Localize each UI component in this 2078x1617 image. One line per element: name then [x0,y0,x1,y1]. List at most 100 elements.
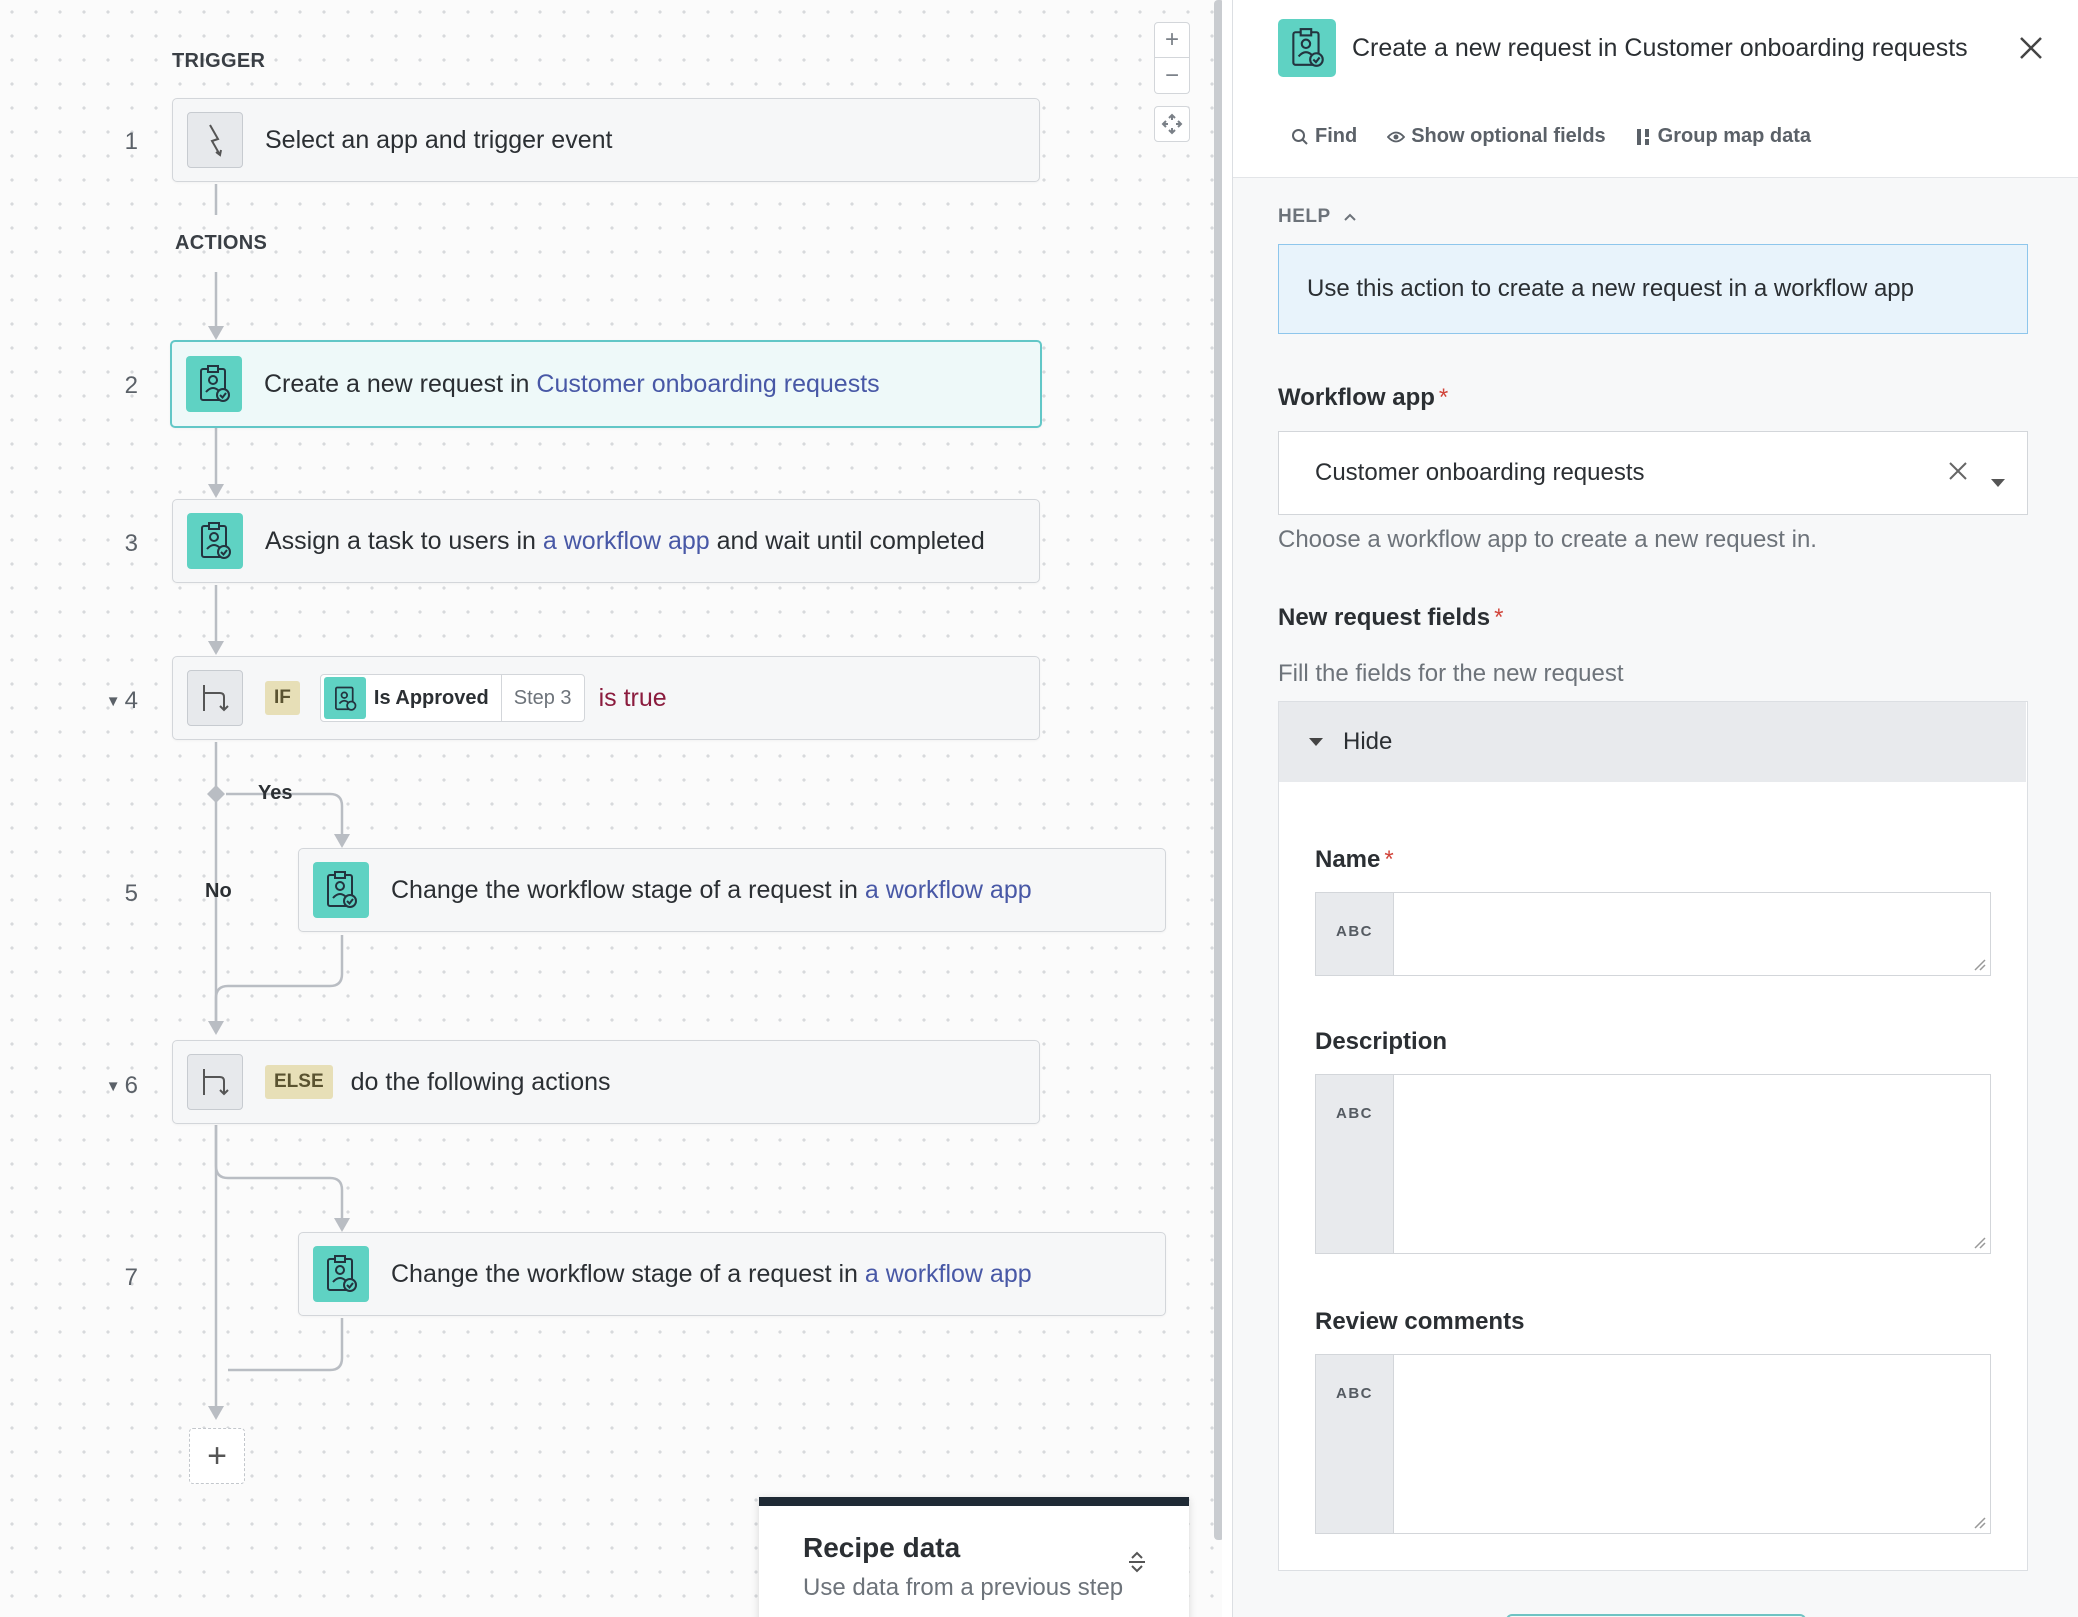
show-optional-fields-label: Show optional fields [1411,125,1606,147]
panel-toolbar: Find Show optional fields Group map data [1233,96,2078,178]
step-5-app-link[interactable]: a workflow app [865,876,1032,905]
zoom-in-button[interactable]: + [1154,22,1190,58]
step-number: 3 [124,530,138,557]
zoom-out-button[interactable]: − [1154,58,1190,94]
expand-icon[interactable] [1127,1550,1147,1580]
workflow-app-hint: Choose a workflow app to create a new re… [1278,526,1817,553]
condition-operator: is true [598,683,667,712]
step-7-text: Change the workflow stage of a request i… [391,1259,865,1288]
resize-handle-icon[interactable] [1972,1235,1986,1249]
step-1-trigger[interactable]: Select an app and trigger event [172,98,1040,182]
caret-down-icon [1309,738,1323,746]
name-label-text: Name [1315,846,1381,873]
close-icon [2020,37,2042,59]
description-input[interactable]: ABC [1315,1074,1991,1254]
resize-handle-icon[interactable] [1972,1515,1986,1529]
find-label: Find [1315,125,1358,147]
step-3-app-link[interactable]: a workflow app [543,527,710,556]
group-map-data-button[interactable]: Group map data [1636,125,1811,148]
hide-fields-toggle[interactable]: Hide [1279,702,2026,782]
find-button[interactable]: Find [1291,125,1357,148]
fit-view-button[interactable] [1154,106,1190,142]
help-toggle[interactable]: HELP [1278,206,1359,228]
panel-header: Create a new request in Customer onboard… [1233,0,2078,96]
trigger-section-label: TRIGGER [172,50,266,72]
canvas-scrollbar[interactable] [1214,0,1222,1540]
form-area: HELP Use this action to create a new req… [1233,178,2078,1617]
step-5-change-stage[interactable]: Change the workflow stage of a request i… [298,848,1166,932]
step-3-assign-task[interactable]: Assign a task to users in a workflow app… [172,499,1040,583]
step-number: ▼ 4 [78,687,138,715]
step-number: 5 [124,880,138,907]
chevron-up-icon [1343,213,1356,221]
panel-title-app-link[interactable]: Customer onboarding requests [1624,34,1967,63]
step-number: 2 [124,372,138,399]
zoom-controls: + − [1154,22,1190,142]
workflow-app-icon [1278,19,1336,77]
pill-field-name: Is Approved [374,675,502,721]
workflow-app-icon [186,356,242,412]
step-5-text: Change the workflow stage of a request i… [391,875,865,904]
step-3-text-suffix: and wait until completed [709,526,985,555]
clear-icon[interactable] [1947,460,1969,489]
hide-label: Hide [1343,728,1393,755]
else-tag: ELSE [265,1065,333,1099]
pill-step-ref: Step 3 [513,686,572,709]
resize-handle-icon[interactable] [1972,957,1986,971]
step-6-num: 6 [124,1072,138,1099]
collapse-caret-icon[interactable]: ▼ [106,693,121,710]
step-6-text: do the following actions [350,1067,611,1096]
help-label: HELP [1278,206,1331,227]
step-number: 7 [124,1264,138,1291]
workflow-app-icon [323,677,366,719]
workflow-app-label-text: Workflow app [1278,384,1435,411]
close-panel-button[interactable] [2013,30,2049,66]
collapse-caret-icon[interactable]: ▼ [106,1078,121,1095]
panel-title-prefix: Create a new request in [1352,33,1625,62]
text-type-badge: ABC [1316,1355,1394,1533]
workflow-app-icon [187,513,243,569]
step-4-if-condition[interactable]: IF Is Approved Step 3 is true [172,656,1040,740]
text-type-badge: ABC [1316,893,1394,975]
step-3-text-prefix: Assign a task to users in [265,526,543,555]
actions-section-label: ACTIONS [175,232,268,254]
required-mark: * [1438,384,1449,411]
step-2-text: Create a new request in [264,369,537,398]
show-optional-fields-button[interactable]: Show optional fields [1387,125,1606,148]
review-comments-input[interactable]: ABC [1315,1354,1991,1534]
workflow-app-select[interactable]: Customer onboarding requests [1278,431,2028,515]
workflow-app-icon [313,862,369,918]
required-mark: * [1384,846,1394,873]
review-comments-field-label: Review comments [1315,1308,1525,1335]
recipe-data-panel[interactable]: Recipe data Use data from a previous ste… [759,1497,1189,1617]
branch-no-label: No [205,880,232,902]
step-6-else[interactable]: ELSE do the following actions [172,1040,1040,1124]
step-number: 1 [124,128,138,155]
condition-datapill[interactable]: Is Approved Step 3 [319,674,585,722]
recipe-canvas[interactable]: TRIGGER ACTIONS 1 Select an app and trig… [0,0,1222,1617]
recipe-data-subtitle: Use data from a previous step [803,1574,1124,1601]
step-4-num: 4 [124,687,138,714]
group-icon [1636,128,1649,145]
step-2-create-request[interactable]: Create a new request in Customer onboard… [170,340,1042,428]
name-input[interactable]: ABC [1315,892,1991,976]
step-2-app-link[interactable]: Customer onboarding requests [536,370,879,399]
branch-yes-label: Yes [258,782,293,804]
step-config-panel: Create a new request in Customer onboard… [1232,0,2078,1617]
step-7-change-stage[interactable]: Change the workflow stage of a request i… [298,1232,1166,1316]
add-step-button[interactable]: + [189,1428,245,1484]
new-request-fields-hint: Fill the fields for the new request [1278,660,1624,687]
step-1-text: Select an app and trigger event [265,125,613,154]
required-mark: * [1494,604,1504,631]
step-7-app-link[interactable]: a workflow app [865,1260,1032,1289]
new-request-fields-label-text: New request fields [1278,604,1491,631]
dropdown-caret-icon[interactable] [1989,468,2007,496]
step-number: ▼ 6 [78,1072,138,1100]
if-tag: IF [265,681,300,715]
branch-icon [187,670,243,726]
group-map-data-label: Group map data [1657,125,1812,147]
recipe-data-title: Recipe data [803,1532,961,1563]
eye-icon [1387,131,1406,142]
branch-icon [187,1054,243,1110]
name-field-label: Name * [1315,846,1394,874]
